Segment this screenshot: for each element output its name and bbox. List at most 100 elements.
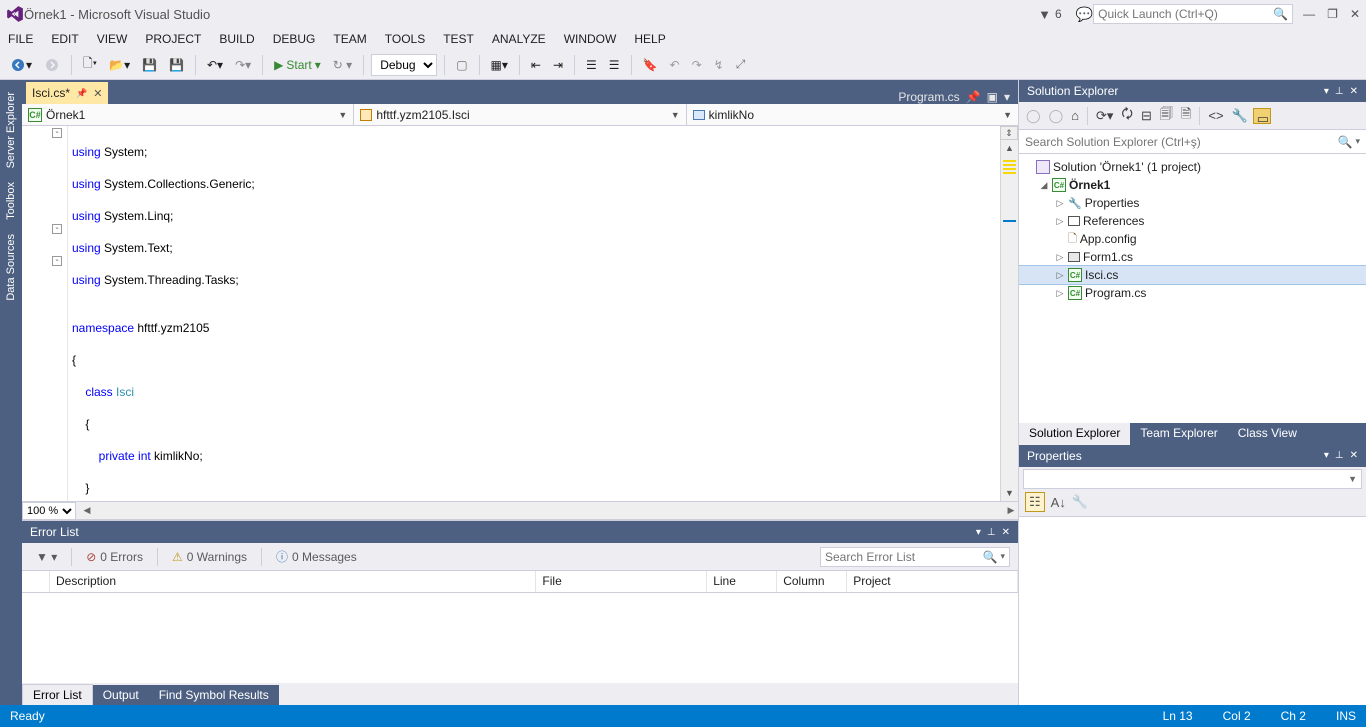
quick-launch[interactable]: 🔍 (1093, 4, 1293, 24)
scroll-up-icon[interactable]: ▲ (1001, 140, 1018, 156)
project-node[interactable]: ◢C#Örnek1 (1019, 176, 1366, 194)
col-line[interactable]: Line (707, 571, 777, 592)
pin-icon[interactable]: ⊥ (1335, 450, 1344, 461)
menu-file[interactable]: FILE (8, 32, 33, 46)
col-project[interactable]: Project (847, 571, 1018, 592)
nav-back-button[interactable]: ▾ (6, 55, 36, 75)
menu-debug[interactable]: DEBUG (273, 32, 316, 46)
chevron-down-icon[interactable]: ▾ (1355, 136, 1360, 147)
feedback-icon[interactable]: 💬 (1076, 6, 1093, 23)
notifications[interactable]: ▼ 6 (1038, 7, 1062, 22)
new-item-button[interactable]: ▢ (452, 56, 471, 74)
tab-find-symbol[interactable]: Find Symbol Results (149, 685, 279, 705)
solution-search-input[interactable] (1025, 135, 1338, 149)
overflow-button[interactable]: ⤢ (732, 55, 750, 74)
prev-bookmark-button[interactable]: ↶ (666, 56, 684, 74)
close-button[interactable]: ✕ (1350, 7, 1360, 21)
type-selector[interactable]: hfttf.yzm2105.Isci ▼ (354, 104, 686, 125)
member-selector[interactable]: kimlikNo ▼ (687, 104, 1018, 125)
new-project-button[interactable]: 🗋▾ (79, 52, 101, 77)
restore-button[interactable]: ❐ (1327, 7, 1338, 21)
preview-icon[interactable]: 🗎 (1178, 103, 1194, 129)
error-search[interactable]: 🔍▾ (820, 547, 1010, 567)
isci-node[interactable]: ▷C#Isci.cs (1019, 266, 1366, 284)
solution-search[interactable]: 🔍▾ (1019, 130, 1366, 154)
appconfig-node[interactable]: 🗋App.config (1019, 230, 1366, 248)
save-all-button[interactable]: 💾 (165, 56, 188, 74)
uncomment-button[interactable]: ⇥ (549, 56, 567, 74)
close-tab-icon[interactable]: ✕ (93, 87, 102, 100)
chevron-down-icon[interactable]: ▾ (1000, 551, 1005, 562)
menu-window[interactable]: WINDOW (564, 32, 617, 46)
form1-node[interactable]: ▷Form1.cs (1019, 248, 1366, 266)
outdent-button[interactable]: ☰ (582, 56, 601, 74)
fold-toggle[interactable]: - (52, 256, 62, 266)
panel-menu-icon[interactable]: ▾ (1324, 450, 1329, 461)
tab-error-list[interactable]: Error List (22, 684, 93, 705)
properties-object-select[interactable]: ▼ (1023, 469, 1362, 489)
col-column[interactable]: Column (777, 571, 847, 592)
close-icon[interactable]: ✕ (1002, 527, 1010, 538)
undo-button[interactable]: ↶▾ (203, 56, 227, 74)
solution-explorer-header[interactable]: Solution Explorer ▾ ⊥ ✕ (1019, 80, 1366, 102)
promote-tab-icon[interactable]: ▣ (987, 90, 998, 104)
nav-fwd-button[interactable] (40, 55, 64, 75)
zoom-select[interactable]: 100 % (22, 502, 76, 520)
fold-toggle[interactable]: - (52, 128, 62, 138)
clear-bookmark-button[interactable]: ↯ (710, 56, 728, 74)
tab-solution-explorer[interactable]: Solution Explorer (1019, 423, 1130, 445)
toolbox-tab[interactable]: Toolbox (3, 176, 19, 226)
vertical-scrollbar[interactable]: ▲ ▼ (1000, 140, 1018, 501)
properties-node[interactable]: ▷🔧Properties (1019, 194, 1366, 212)
menu-tools[interactable]: TOOLS (385, 32, 425, 46)
file-tab-program[interactable]: Program.cs (898, 90, 959, 104)
menu-project[interactable]: PROJECT (145, 32, 201, 46)
error-search-input[interactable] (825, 550, 983, 564)
pin-icon[interactable]: ⊥ (1335, 86, 1344, 97)
save-button[interactable]: 💾 (138, 56, 161, 74)
refresh-button[interactable]: ↻ ▾ (329, 56, 356, 74)
tab-overflow-icon[interactable]: ▾ (1004, 90, 1010, 104)
menu-analyze[interactable]: ANALYZE (492, 32, 546, 46)
indent-button[interactable]: ☰ (605, 56, 624, 74)
scroll-down-icon[interactable]: ▼ (1001, 485, 1018, 501)
pin-icon[interactable]: ⊥ (987, 527, 996, 538)
tab-team-explorer[interactable]: Team Explorer (1130, 423, 1227, 445)
split-editor-icon[interactable]: ⇕ (1000, 126, 1018, 140)
menu-build[interactable]: BUILD (219, 32, 254, 46)
next-bookmark-button[interactable]: ↷ (688, 56, 706, 74)
file-tab-isci[interactable]: Isci.cs* 📌 ✕ (26, 82, 108, 104)
horizontal-scrollbar[interactable]: ◀▶ (80, 503, 1018, 519)
solution-tree[interactable]: Solution 'Örnek1' (1 project) ◢C#Örnek1 … (1019, 154, 1366, 423)
panel-menu-icon[interactable]: ▾ (1324, 86, 1329, 97)
references-node[interactable]: ▷References (1019, 212, 1366, 230)
bookmark-button[interactable]: 🔖 (639, 56, 662, 74)
col-description[interactable]: Description (50, 571, 536, 592)
preview-pin-icon[interactable]: 📌 (966, 90, 981, 104)
scope-icon[interactable]: ⟳▾ (1093, 106, 1116, 126)
menu-team[interactable]: TEAM (333, 32, 366, 46)
view-icon[interactable]: ▭ (1253, 108, 1271, 124)
close-icon[interactable]: ✕ (1350, 86, 1358, 97)
properties-grid[interactable] (1019, 517, 1366, 705)
code-view-icon[interactable]: <> (1205, 106, 1226, 125)
refresh-icon[interactable]: 🗘 (1118, 103, 1136, 129)
errors-filter[interactable]: ⊘0 Errors (80, 548, 149, 566)
home-icon[interactable]: ⌂ (1068, 106, 1082, 125)
filter-dropdown[interactable]: ▼ ▾ (30, 548, 63, 566)
start-button[interactable]: ▶Start ▾ (270, 56, 325, 74)
redo-button[interactable]: ↷▾ (231, 56, 255, 74)
messages-filter[interactable]: ⓘ0 Messages (270, 546, 363, 567)
error-list-header[interactable]: Error List ▾ ⊥ ✕ (22, 521, 1018, 543)
pin-icon[interactable]: 📌 (76, 88, 87, 99)
config-select[interactable]: Debug (371, 54, 437, 76)
fold-toggle[interactable]: - (52, 224, 62, 234)
menu-view[interactable]: VIEW (97, 32, 128, 46)
menu-test[interactable]: TEST (443, 32, 474, 46)
properties-icon[interactable]: 🔧 (1229, 106, 1251, 126)
open-file-button[interactable]: 📂▾ (105, 56, 134, 74)
minimize-button[interactable]: — (1303, 7, 1315, 21)
data-sources-tab[interactable]: Data Sources (3, 228, 19, 307)
collapse-icon[interactable]: ⊟ (1138, 106, 1155, 126)
layout-button[interactable]: ▦▾ (487, 56, 512, 74)
